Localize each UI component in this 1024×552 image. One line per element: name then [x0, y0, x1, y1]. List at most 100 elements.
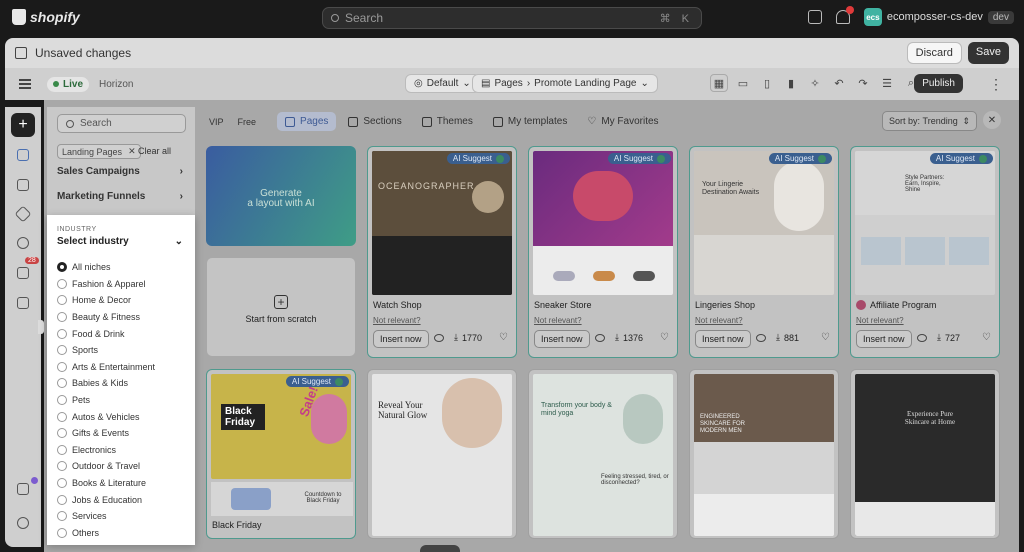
tab-themes[interactable]: Themes	[414, 112, 481, 131]
bottom-handle[interactable]	[420, 545, 460, 552]
radio-icon[interactable]	[57, 461, 67, 472]
sort-select[interactable]: Sort by: Trending ⇕	[882, 111, 977, 131]
radio-icon[interactable]	[57, 395, 67, 406]
radio-icon[interactable]	[57, 378, 67, 389]
insert-now-button[interactable]: Insert now	[373, 330, 429, 348]
template-card-yoga[interactable]: Transform your body & mind yoga Feeling …	[528, 369, 678, 539]
not-relevant-link[interactable]: Not relevant?	[695, 316, 743, 325]
filter-chip[interactable]: Landing Pages ✕	[57, 144, 141, 159]
preview-eye-icon[interactable]	[595, 334, 605, 342]
industry-option[interactable]: Sports	[57, 342, 155, 359]
industry-option[interactable]: Home & Decor	[57, 292, 155, 309]
tab-vip[interactable]: VIP	[204, 114, 229, 130]
industry-option[interactable]: Arts & Entertainment	[57, 359, 155, 376]
radio-icon[interactable]	[57, 262, 67, 273]
template-card-watch-shop[interactable]: OCEANOGRAPHER AI Suggest Watch Shop Not …	[367, 146, 517, 358]
undo-icon[interactable]: ↶	[830, 74, 848, 92]
generate-ai-card[interactable]: Generate a layout with AI	[206, 146, 356, 246]
radio-icon[interactable]	[57, 411, 67, 422]
template-card-sneaker-store[interactable]: AI Suggest Sneaker Store Not relevant? I…	[528, 146, 678, 358]
template-card-affiliate-program[interactable]: Style Partners: Earn, Inspire, Shine AI …	[850, 146, 1000, 358]
favorite-heart-icon[interactable]: ♡	[660, 332, 669, 343]
template-card-lingeries-shop[interactable]: Your Lingerie Destination Awaits AI Sugg…	[689, 146, 839, 358]
desktop-icon[interactable]: ▭	[734, 74, 752, 92]
radio-icon[interactable]	[57, 328, 67, 339]
stack-icon[interactable]	[14, 205, 32, 223]
close-icon[interactable]: ✕	[128, 146, 136, 157]
industry-option[interactable]: Food & Drink	[57, 325, 155, 342]
bell-icon[interactable]	[835, 6, 854, 24]
tools-icon[interactable]	[17, 297, 29, 309]
page-select[interactable]: ▤ Pages › Promote Landing Page ⌄	[472, 74, 658, 93]
discard-button[interactable]: Discard	[906, 42, 962, 64]
redo-icon[interactable]: ↷	[854, 74, 872, 92]
gear-icon[interactable]	[17, 517, 29, 529]
industry-option[interactable]: Electronics	[57, 442, 155, 459]
filter-search-input[interactable]: Search	[57, 114, 186, 133]
favorite-heart-icon[interactable]: ♡	[821, 332, 830, 343]
template-card-black-friday[interactable]: Black Friday Sale! Countdown to Black Fr…	[206, 369, 356, 539]
industry-option[interactable]: Pets	[57, 392, 155, 409]
template-card-skincare-glow[interactable]: Reveal Your Natural Glow	[367, 369, 517, 539]
close-library-button[interactable]: ✕	[983, 111, 1001, 129]
tab-my-templates[interactable]: My templates	[485, 112, 575, 131]
radio-icon[interactable]	[57, 361, 67, 372]
tablet-icon[interactable]: ▯	[758, 74, 776, 92]
pages-icon[interactable]	[17, 149, 29, 161]
layers-icon[interactable]	[17, 179, 29, 191]
not-relevant-link[interactable]: Not relevant?	[856, 316, 904, 325]
start-from-scratch-card[interactable]: + Start from scratch	[206, 257, 356, 357]
radio-icon[interactable]	[57, 511, 67, 522]
radio-icon[interactable]	[57, 478, 67, 489]
tab-pages[interactable]: Pages	[277, 112, 337, 131]
industry-option[interactable]: Jobs & Education	[57, 491, 155, 508]
industry-option[interactable]: Autos & Vehicles	[57, 408, 155, 425]
store-switcher[interactable]: ecs ecomposser-cs-dev dev	[863, 8, 1014, 26]
publish-button[interactable]: Publish	[914, 74, 963, 93]
not-relevant-link[interactable]: Not relevant?	[373, 316, 421, 325]
global-search-input[interactable]: Search ⌘ K	[322, 7, 702, 29]
radio-icon[interactable]	[57, 295, 67, 306]
favorite-heart-icon[interactable]: ♡	[982, 332, 991, 343]
industry-option[interactable]: Gifts & Events	[57, 425, 155, 442]
radio-icon[interactable]	[57, 444, 67, 455]
radio-icon[interactable]	[57, 345, 67, 356]
add-icon[interactable]: +	[11, 113, 35, 137]
industry-option[interactable]: Outdoor & Travel	[57, 458, 155, 475]
industry-select[interactable]: Select industry ⌄	[57, 236, 183, 247]
industry-option[interactable]: Services	[57, 508, 155, 525]
apps-icon[interactable]	[17, 483, 29, 495]
shopify-logo[interactable]: shopify	[12, 9, 80, 25]
not-relevant-link[interactable]: Not relevant?	[534, 316, 582, 325]
radio-icon[interactable]	[57, 527, 67, 538]
preview-eye-icon[interactable]	[756, 334, 766, 342]
collapse-handle[interactable]	[38, 320, 44, 334]
store-icon[interactable]	[807, 10, 822, 24]
radio-icon[interactable]	[57, 312, 67, 323]
preview-eye-icon[interactable]	[917, 334, 927, 342]
tab-sections[interactable]: Sections	[340, 112, 409, 131]
template-card-mens-skincare[interactable]: ENGINEERED SKINCARE FOR MODERN MEN	[689, 369, 839, 539]
mobile-icon[interactable]: ▮	[782, 74, 800, 92]
insert-now-button[interactable]: Insert now	[856, 330, 912, 348]
industry-option[interactable]: Beauty & Fitness	[57, 309, 155, 326]
insert-now-button[interactable]: Insert now	[695, 330, 751, 348]
industry-option[interactable]: Fashion & Apparel	[57, 276, 155, 293]
tab-my-favorites[interactable]: ♡ My Favorites	[579, 112, 666, 131]
industry-option[interactable]: All niches	[57, 259, 155, 276]
view-select[interactable]: ◎ Default ⌄	[405, 74, 480, 93]
industry-option[interactable]: Babies & Kids	[57, 375, 155, 392]
radio-icon[interactable]	[57, 278, 67, 289]
tab-free[interactable]: Free	[233, 114, 262, 130]
template-card-pure-skincare[interactable]: Experience Pure Skincare at Home	[850, 369, 1000, 539]
layout-icon[interactable]: ▦	[710, 74, 728, 92]
category-marketing-funnels[interactable]: Marketing Funnels ›	[57, 191, 183, 202]
history-icon[interactable]	[17, 237, 29, 249]
bug-icon[interactable]	[17, 267, 29, 279]
preview-eye-icon[interactable]	[434, 334, 444, 342]
radio-icon[interactable]	[57, 428, 67, 439]
settings-icon[interactable]: ☰	[878, 74, 896, 92]
magic-icon[interactable]: ✧	[806, 74, 824, 92]
more-icon[interactable]: ⋮	[989, 76, 1003, 93]
favorite-heart-icon[interactable]: ♡	[499, 332, 508, 343]
